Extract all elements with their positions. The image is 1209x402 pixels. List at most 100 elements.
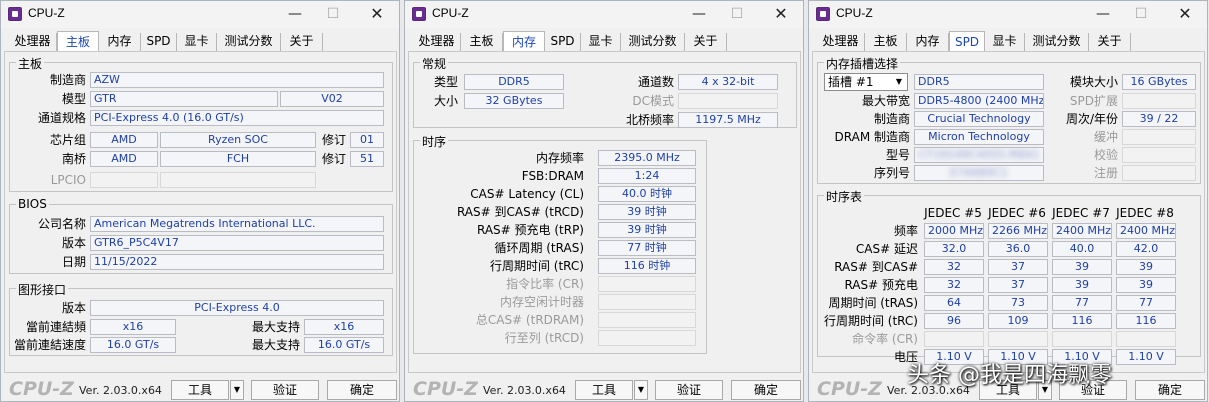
timing-value-7: [598, 276, 696, 292]
max-speed-label: 最大支持: [251, 338, 300, 352]
slot-select[interactable]: 插槽 #1 ▼: [824, 73, 908, 91]
spd-timing-cell-2-1: 37: [988, 259, 1048, 275]
spd-timing-cell-5-2: 116: [1052, 313, 1112, 329]
tab-5[interactable]: 测试分数: [621, 33, 685, 52]
tab-bar: 处理器 主板 内存 SPD 显卡 测试分数 关于: [5, 31, 397, 52]
dc-mode-label: DC模式: [632, 94, 674, 108]
module-size: 16 GBytes: [1122, 74, 1196, 90]
tab-5[interactable]: 测试分数: [1025, 33, 1089, 52]
tab-4[interactable]: 显卡: [177, 33, 217, 52]
spd-timing-cell-7-3: 1.10 V: [1116, 349, 1176, 365]
tab-6[interactable]: 关于: [1089, 33, 1131, 52]
maximize-icon[interactable]: ☐: [323, 5, 343, 23]
timing-label-5: 循环周期 (tRAS): [494, 241, 584, 255]
spd-timing-cell-3-3: 39: [1116, 277, 1176, 293]
timing-value-9: [598, 312, 696, 328]
tools-button[interactable]: 工具: [171, 380, 229, 400]
chipset-label: 芯片组: [49, 133, 86, 147]
tab-0[interactable]: 处理器: [413, 33, 461, 52]
close-icon[interactable]: ✕: [1175, 5, 1195, 23]
tools-dropdown-icon[interactable]: ▼: [634, 380, 648, 400]
validate-button[interactable]: 验证: [251, 380, 319, 400]
registered-value: [1122, 165, 1196, 181]
gfx-version: PCI-Express 4.0: [90, 300, 384, 316]
spd-timing-label-4: 周期时间 (tRAS): [828, 296, 918, 310]
maximize-icon[interactable]: ☐: [727, 5, 747, 23]
max-width-label: 最大支持: [251, 320, 300, 334]
tools-dropdown-icon[interactable]: ▼: [230, 380, 244, 400]
tab-6[interactable]: 关于: [281, 33, 323, 52]
spd-timing-cell-0-0: 2000 MHz: [924, 223, 984, 239]
tab-2[interactable]: 内存: [907, 33, 949, 52]
spd-timing-cell-5-0: 96: [924, 313, 984, 329]
chipset-vendor: AMD: [90, 132, 158, 148]
spd-timing-cell-6-0: [924, 331, 984, 347]
tab-2[interactable]: 内存: [99, 33, 141, 52]
buffered-value: [1122, 129, 1196, 145]
tools-button[interactable]: 工具: [575, 380, 633, 400]
channel-label: 通道数: [637, 75, 674, 89]
spd-timing-cell-1-2: 40.0: [1052, 241, 1112, 257]
timing-value-4: 39 时钟: [598, 222, 696, 238]
slot-select-value: 插槽 #1: [828, 75, 874, 89]
bios-date-label: 日期: [61, 255, 86, 269]
timing-label-10: 行至列 (tRCD): [504, 331, 584, 345]
validate-button[interactable]: 验证: [655, 380, 723, 400]
tab-1[interactable]: 主板: [57, 31, 99, 52]
spd-timing-label-3: RAS# 预充电: [844, 278, 918, 292]
tab-panel: 主板 制造商 AZW 模型 GTR V02 通道规格 PCI-Express 4.0 (16.…: [4, 51, 397, 373]
spd-timing-label-5: 行周期时间 (tRC): [823, 314, 918, 328]
close-icon[interactable]: ✕: [367, 5, 387, 23]
watermark: 头条 @我是四海飘零: [907, 363, 1112, 388]
minimize-icon[interactable]: —: [285, 5, 305, 23]
ok-button[interactable]: 确定: [731, 380, 801, 400]
bus-label: 通道规格: [37, 111, 86, 125]
chevron-down-icon[interactable]: ▼: [893, 75, 905, 89]
tab-3[interactable]: SPD: [545, 33, 581, 52]
footer: CPU-Z Ver. 2.03.0.x64 工具 ▼ 验证 确定: [405, 376, 803, 401]
tab-1[interactable]: 主板: [865, 33, 907, 52]
tab-4[interactable]: 显卡: [581, 33, 621, 52]
close-icon[interactable]: ✕: [771, 5, 791, 23]
correction-value: [1122, 147, 1196, 163]
spd-timing-cell-1-3: 42.0: [1116, 241, 1176, 257]
tab-1[interactable]: 主板: [461, 33, 503, 52]
maximize-icon[interactable]: ☐: [1131, 5, 1151, 23]
mem-type: DDR5: [464, 74, 564, 90]
tab-2[interactable]: 内存: [503, 31, 545, 52]
tab-3[interactable]: SPD: [949, 31, 985, 52]
ok-button[interactable]: 确定: [327, 380, 397, 400]
window-title: CPU-Z: [432, 6, 469, 20]
tab-bar: 处理器 主板 内存 SPD 显卡 测试分数 关于: [409, 31, 801, 52]
dc-mode: [678, 93, 778, 109]
spd-timing-cell-4-2: 77: [1052, 295, 1112, 311]
tab-panel: 内存插槽选择 插槽 #1 ▼ DDR5 模块大小 16 GBytes 最大带宽 DDR5-48…: [812, 51, 1205, 373]
ok-button[interactable]: 确定: [1135, 380, 1205, 400]
jedec-header-0: JEDEC #5: [924, 206, 982, 220]
tab-3[interactable]: SPD: [141, 33, 177, 52]
timing-value-8: [598, 294, 696, 310]
timing-table-group-label: 时序表: [824, 188, 865, 205]
mem-size-label: 大小: [433, 94, 458, 108]
spd-timing-label-0: 频率: [893, 224, 918, 238]
tab-5[interactable]: 测试分数: [217, 33, 281, 52]
general-group-label: 常规: [420, 55, 449, 72]
lpcio-name: [160, 172, 316, 188]
minimize-icon[interactable]: —: [1093, 5, 1113, 23]
mem-type-label: 类型: [433, 75, 458, 89]
tab-0[interactable]: 处理器: [9, 33, 57, 52]
tab-6[interactable]: 关于: [685, 33, 727, 52]
minimize-icon[interactable]: —: [689, 5, 709, 23]
manufacturer-value: AZW: [90, 72, 384, 88]
tab-0[interactable]: 处理器: [817, 33, 865, 52]
spd-timing-cell-2-0: 32: [924, 259, 984, 275]
timing-label-8: 内存空闲计时器: [499, 295, 584, 309]
slot-group: 内存插槽选择 插槽 #1 ▼ DDR5 模块大小 16 GBytes 最大带宽 DDR5-48…: [817, 55, 1201, 184]
tab-4[interactable]: 显卡: [985, 33, 1025, 52]
chipset-name: Ryzen SOC: [160, 132, 316, 148]
spd-timing-cell-3-0: 32: [924, 277, 984, 293]
slot-group-label: 内存插槽选择: [824, 55, 901, 72]
spd-timing-cell-2-2: 39: [1052, 259, 1112, 275]
window-title: CPU-Z: [836, 6, 873, 20]
cpuz-logo: CPU-Z: [817, 378, 882, 400]
